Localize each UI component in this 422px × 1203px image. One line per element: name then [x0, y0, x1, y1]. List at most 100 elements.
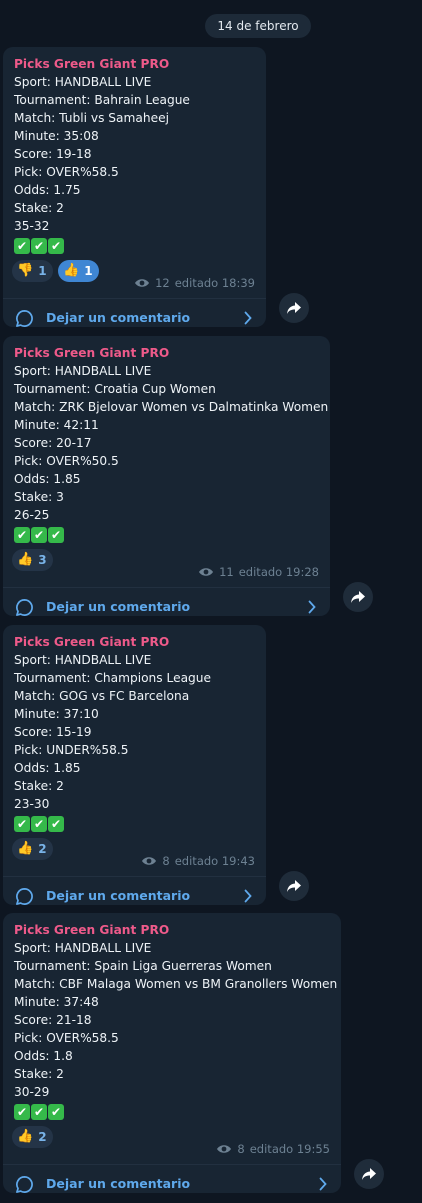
post-result: 23-30 — [14, 797, 50, 811]
post-result: 35-32 — [14, 219, 50, 233]
reactions-row: 👍 3 11 editado 19:28 — [12, 549, 319, 579]
edited-time: editado 18:39 — [174, 276, 255, 290]
post-score: Score: 21-18 — [14, 1013, 92, 1027]
reactions-row: 👍 2 8 editado 19:43 — [12, 838, 255, 868]
view-count: 12 — [155, 276, 170, 290]
reaction-thumbs-up[interactable]: 👍 2 — [12, 1126, 53, 1148]
post-minute: Minute: 35:08 — [14, 129, 99, 143]
post-author[interactable]: Picks Green Giant PRO — [14, 633, 255, 651]
share-button[interactable] — [279, 293, 309, 323]
post-stake: Stake: 3 — [14, 490, 64, 504]
share-button[interactable] — [279, 871, 309, 901]
post-odds: Odds: 1.85 — [14, 761, 81, 775]
chevron-right-icon — [319, 1177, 327, 1191]
message-meta: 8 editado 19:55 — [216, 1140, 330, 1158]
channel-post[interactable]: Picks Green Giant PRO Sport: HANDBALL LI… — [3, 336, 330, 616]
leave-comment-button[interactable]: Dejar un comentario — [3, 1164, 341, 1203]
post-pick: Pick: UNDER%58.5 — [14, 743, 129, 757]
thumbs-down-icon: 👎 — [17, 263, 34, 278]
post-odds: Odds: 1.75 — [14, 183, 81, 197]
share-arrow-icon — [362, 1168, 376, 1180]
comment-icon — [16, 598, 33, 616]
post-tournament: Tournament: Champions League — [14, 671, 211, 685]
leave-comment-button[interactable]: Dejar un comentario — [3, 298, 266, 337]
message-meta: 12 editado 18:39 — [134, 274, 255, 292]
post-score: Score: 19-18 — [14, 147, 92, 161]
check-icon: ✔ — [14, 526, 30, 543]
check-icon: ✔ — [48, 526, 64, 543]
post-match: Match: GOG vs FC Barcelona — [14, 689, 190, 703]
edited-time: editado 19:28 — [238, 565, 319, 579]
post-tournament: Tournament: Croatia Cup Women — [14, 382, 216, 396]
comment-icon — [16, 1175, 33, 1193]
post-stake: Stake: 2 — [14, 1067, 64, 1081]
reaction-thumbs-down[interactable]: 👎 1 — [12, 260, 53, 282]
message-bubble: Picks Green Giant PRO Sport: HANDBALL LI… — [3, 625, 266, 905]
eye-icon — [217, 1145, 232, 1153]
post-minute: Minute: 37:48 — [14, 995, 99, 1009]
message-bubble: Picks Green Giant PRO Sport: HANDBALL LI… — [3, 913, 341, 1193]
chevron-right-icon — [308, 600, 316, 614]
check-icon: ✔ — [48, 237, 64, 254]
check-icon: ✔ — [31, 237, 47, 254]
share-arrow-icon — [287, 302, 301, 314]
leave-comment-button[interactable]: Dejar un comentario — [3, 587, 330, 626]
post-result: 26-25 — [14, 508, 50, 522]
post-minute: Minute: 42:11 — [14, 418, 99, 432]
leave-comment-button[interactable]: Dejar un comentario — [3, 876, 266, 915]
reaction-count: 1 — [38, 264, 47, 278]
post-sport: Sport: HANDBALL LIVE — [14, 653, 152, 667]
edited-time: editado 19:43 — [174, 854, 255, 868]
reaction-thumbs-up[interactable]: 👍 3 — [12, 549, 53, 571]
post-pick: Pick: OVER%50.5 — [14, 454, 119, 468]
share-arrow-icon — [287, 880, 301, 892]
check-marks: ✔ ✔ ✔ — [14, 813, 255, 834]
message-bubble: Picks Green Giant PRO Sport: HANDBALL LI… — [3, 336, 330, 616]
chevron-right-icon — [244, 889, 252, 903]
view-count: 8 — [237, 1142, 245, 1156]
date-separator: 14 de febrero — [205, 14, 311, 38]
comment-icon — [16, 887, 33, 905]
post-tournament: Tournament: Bahrain League — [14, 93, 190, 107]
eye-icon — [199, 568, 214, 576]
check-icon: ✔ — [14, 1103, 30, 1120]
post-result: 30-29 — [14, 1085, 50, 1099]
thumbs-up-icon: 👍 — [17, 1129, 34, 1144]
post-pick: Pick: OVER%58.5 — [14, 165, 119, 179]
edited-time: editado 19:55 — [249, 1142, 330, 1156]
reaction-thumbs-up[interactable]: 👍 2 — [12, 838, 53, 860]
post-author[interactable]: Picks Green Giant PRO — [14, 55, 255, 73]
share-button[interactable] — [354, 1159, 384, 1189]
post-author[interactable]: Picks Green Giant PRO — [14, 344, 319, 362]
check-icon: ✔ — [31, 815, 47, 832]
post-sport: Sport: HANDBALL LIVE — [14, 364, 152, 378]
check-icon: ✔ — [48, 1103, 64, 1120]
post-odds: Odds: 1.85 — [14, 472, 81, 486]
check-icon: ✔ — [14, 237, 30, 254]
thumbs-up-icon: 👍 — [17, 841, 34, 856]
message-bubble: Picks Green Giant PRO Sport: HANDBALL LI… — [3, 47, 266, 327]
channel-post[interactable]: Picks Green Giant PRO Sport: HANDBALL LI… — [3, 47, 266, 327]
leave-comment-label: Dejar un comentario — [46, 599, 191, 614]
post-score: Score: 20-17 — [14, 436, 92, 450]
chevron-right-icon — [244, 311, 252, 325]
check-icon: ✔ — [31, 1103, 47, 1120]
view-count: 11 — [219, 565, 234, 579]
share-button[interactable] — [343, 582, 373, 612]
post-score: Score: 15-19 — [14, 725, 92, 739]
post-match: Match: ZRK Bjelovar Women vs Dalmatinka … — [14, 400, 329, 414]
post-sport: Sport: HANDBALL LIVE — [14, 75, 152, 89]
leave-comment-label: Dejar un comentario — [46, 310, 191, 325]
view-count: 8 — [162, 854, 170, 868]
channel-post[interactable]: Picks Green Giant PRO Sport: HANDBALL LI… — [3, 913, 341, 1193]
post-author[interactable]: Picks Green Giant PRO — [14, 921, 330, 939]
reaction-count: 3 — [38, 553, 47, 567]
post-match: Match: Tubli vs Samaheej — [14, 111, 169, 125]
eye-icon — [142, 857, 157, 865]
channel-post[interactable]: Picks Green Giant PRO Sport: HANDBALL LI… — [3, 625, 266, 905]
post-tournament: Tournament: Spain Liga Guerreras Women — [14, 959, 272, 973]
leave-comment-label: Dejar un comentario — [46, 1176, 191, 1191]
post-stake: Stake: 2 — [14, 201, 64, 215]
reaction-thumbs-up[interactable]: 👍 1 — [58, 260, 99, 282]
post-odds: Odds: 1.8 — [14, 1049, 73, 1063]
